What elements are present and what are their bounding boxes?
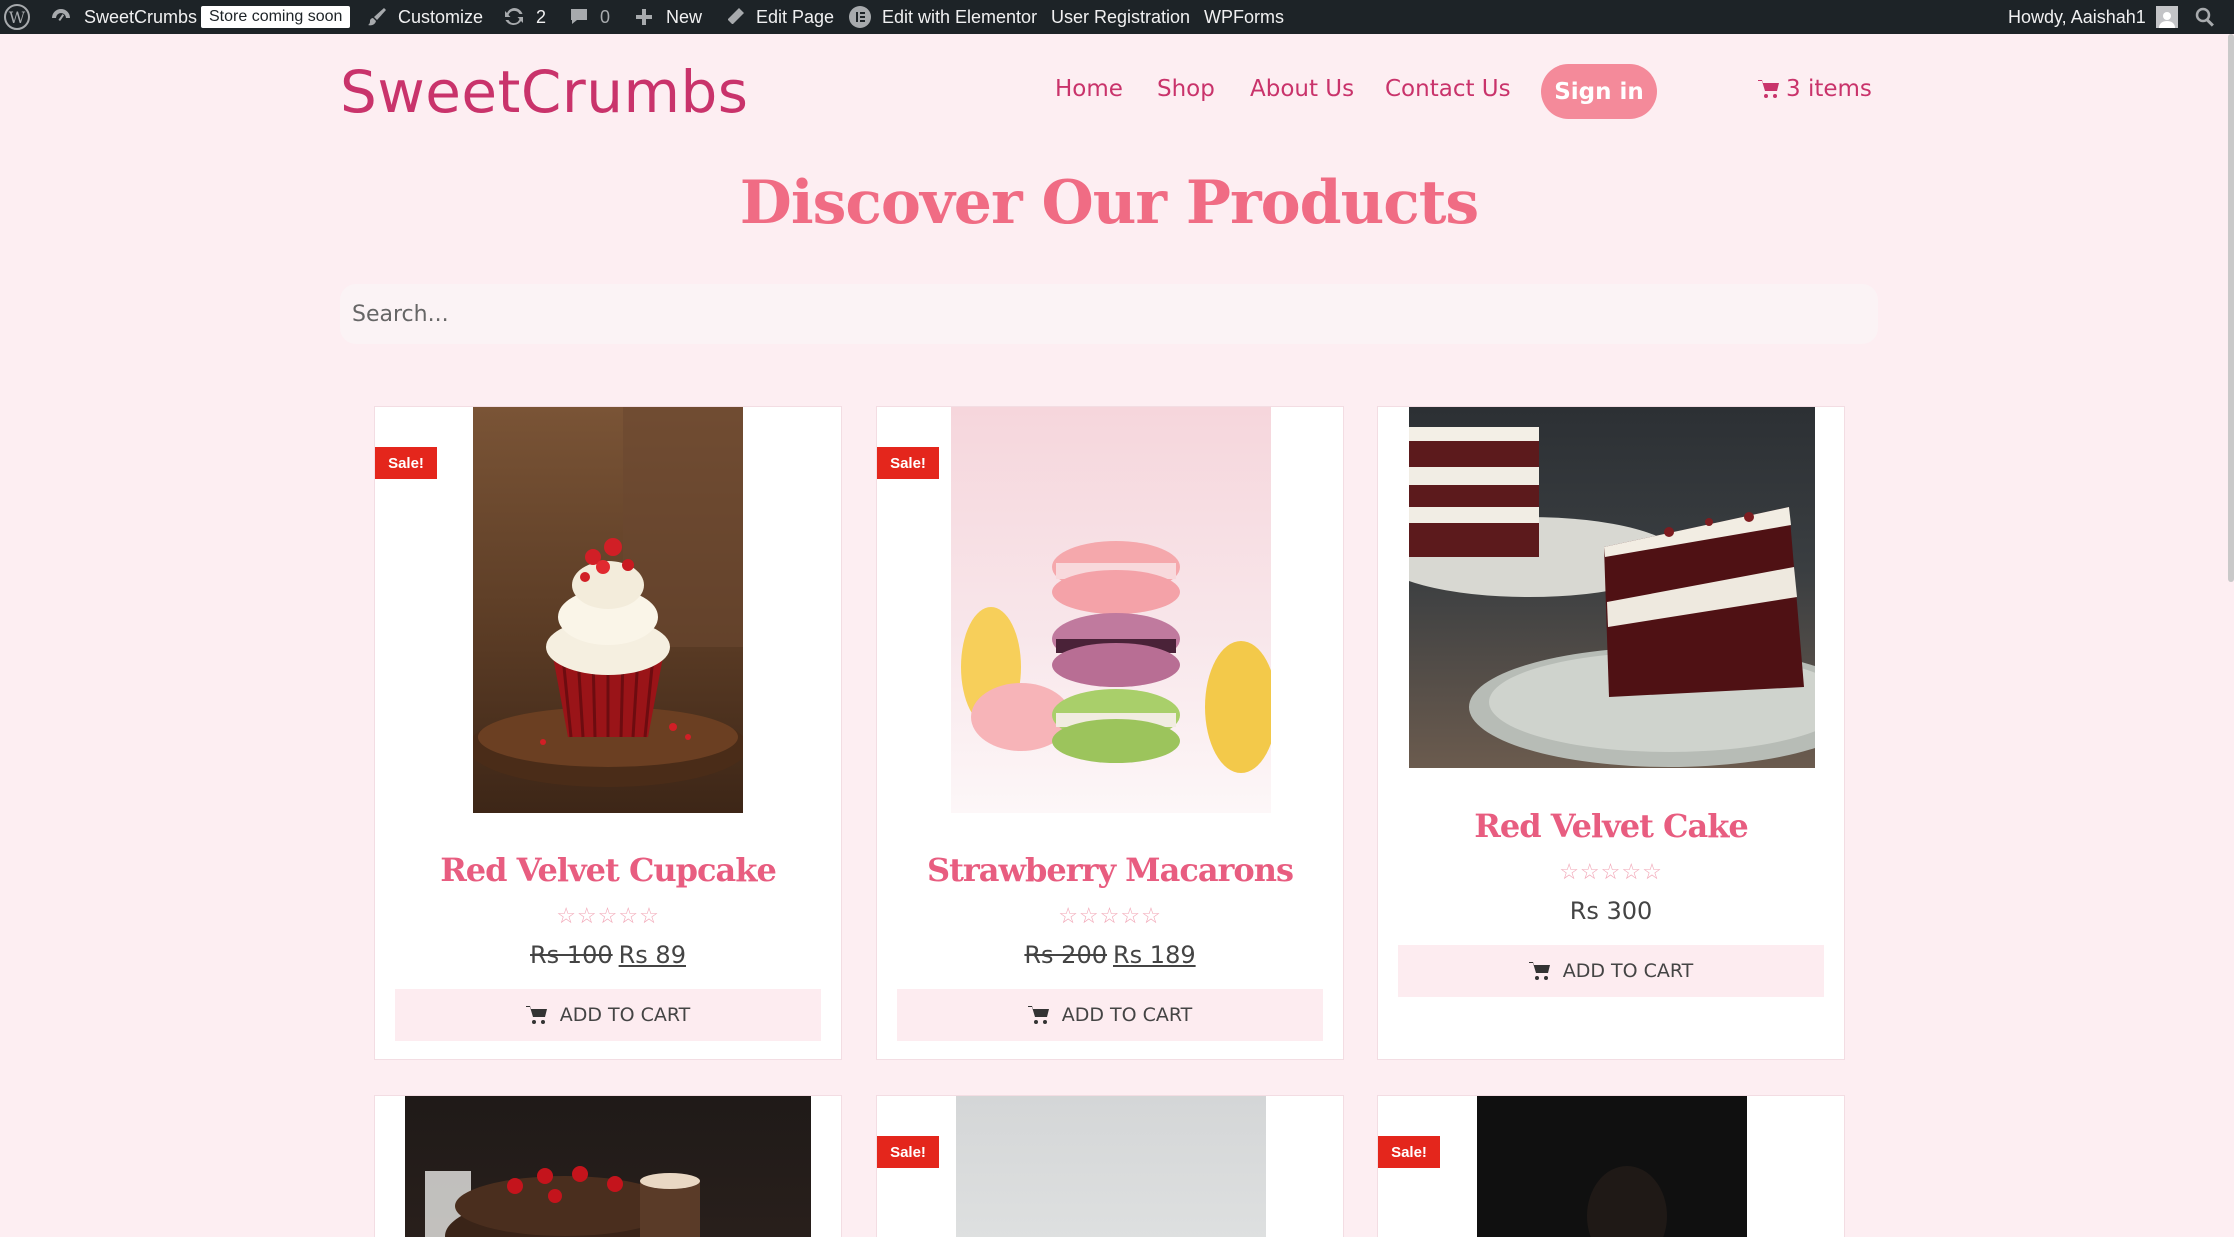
my-account-link[interactable]: Howdy, Aaishah1 [2008,0,2178,34]
product-card: Sale! Strawberry Macarons ☆☆☆☆☆ Rs 200 Rs… [876,406,1344,1060]
comments-link[interactable]: 0 [568,0,610,34]
site-name: SweetCrumbs [84,6,198,27]
sale-price: Rs 189 [1113,941,1196,969]
cart-icon [1528,962,1550,980]
rating-stars: ☆☆☆☆☆ [556,903,660,928]
search-input[interactable] [340,284,1878,344]
avatar [2155,6,2178,28]
nav-home[interactable]: Home [1055,76,1123,102]
product-image[interactable] [405,1096,811,1237]
new-content-link[interactable]: New [634,0,702,34]
dashboard-icon [52,9,70,22]
product-image[interactable] [951,407,1271,813]
search-icon[interactable] [2194,0,2216,34]
product-card: Sale! [1377,1095,1845,1237]
product-price: Rs 300 [1378,897,1844,925]
old-price: Rs 100 [530,941,613,969]
nav-about-us[interactable]: About Us [1250,76,1354,102]
add-to-cart-button[interactable]: ADD TO CART [1398,945,1824,997]
product-card: Sale! [876,1095,1344,1237]
rating-stars: ☆☆☆☆☆ [1559,859,1663,884]
user-registration-link[interactable]: User Registration [1051,0,1190,34]
comment-icon [571,9,587,24]
store-coming-soon-badge[interactable]: Store coming soon [201,0,351,34]
updates-link[interactable]: 2 [502,0,546,34]
wpforms-link[interactable]: WPForms [1204,0,1284,34]
product-image[interactable] [1409,407,1815,768]
customize-link[interactable]: Customize [366,0,483,34]
product-card: Red Velvet Cake ☆☆☆☆☆ Rs 300 ADD TO CART [1377,406,1845,1060]
elementor-icon [849,6,871,28]
product-price: Rs 200 Rs 189 [877,941,1343,969]
sale-badge: Sale! [1378,1136,1440,1168]
plus-icon [636,9,652,25]
svg-text:W: W [9,8,26,27]
rating-stars: ☆☆☆☆☆ [1058,903,1162,928]
product-title[interactable]: Red Velvet Cupcake [375,851,841,889]
edit-with-elementor-link[interactable]: Edit with Elementor [848,0,1037,34]
product-card [374,1095,842,1237]
updates-icon [505,7,523,25]
site-logo[interactable]: SweetCrumbs [340,58,749,126]
cart-icon [1758,80,1779,98]
product-title[interactable]: Red Velvet Cake [1378,807,1844,845]
product-card: Sale! Red Velvet Cupcake ☆☆☆☆☆ Rs 100 Rs … [374,406,842,1060]
cart-link[interactable]: 3 items [1758,76,1872,102]
sale-price: Rs 89 [618,941,686,969]
nav-shop[interactable]: Shop [1157,76,1215,102]
wordpress-logo-icon[interactable]: W [4,0,30,34]
sign-in-button[interactable]: Sign in [1541,64,1657,119]
product-price: Rs 100 Rs 89 [375,941,841,969]
product-image[interactable] [473,407,743,813]
cart-icon [525,1006,547,1024]
old-price: Rs 200 [1024,941,1107,969]
add-to-cart-button[interactable]: ADD TO CART [395,989,821,1041]
admin-bar: W SweetCrumbs Store coming soon Customiz… [0,0,2234,34]
sale-badge: Sale! [877,447,939,479]
site-name-link[interactable]: SweetCrumbs [50,0,197,34]
regular-price: Rs 300 [1569,897,1653,925]
edit-page-link[interactable]: Edit Page [724,0,834,34]
page-scrollbar[interactable] [2228,34,2234,582]
pencil-icon [728,8,744,24]
cart-count: 3 items [1786,76,1872,102]
product-image[interactable] [956,1096,1266,1237]
sale-badge: Sale! [877,1136,939,1168]
sale-badge: Sale! [375,447,437,479]
page-title: Discover Our Products [739,168,1479,238]
brush-icon [368,8,386,26]
product-title[interactable]: Strawberry Macarons [877,851,1343,889]
cart-icon [1027,1006,1049,1024]
nav-contact-us[interactable]: Contact Us [1385,76,1511,102]
product-image[interactable] [1477,1096,1747,1237]
add-to-cart-button[interactable]: ADD TO CART [897,989,1323,1041]
